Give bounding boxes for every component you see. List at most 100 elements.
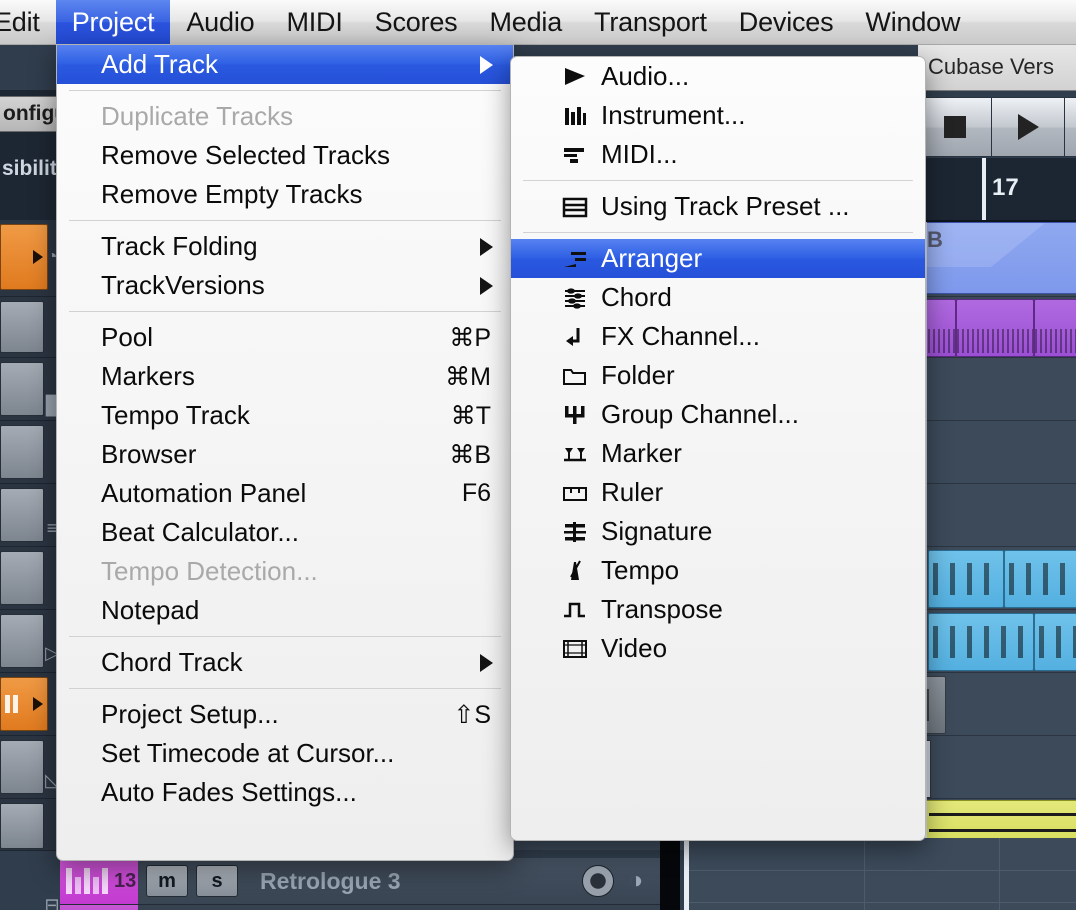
menu-bar[interactable]: Edit Project Audio MIDI Scores Media Tra… xyxy=(0,0,1076,45)
menu-item-remove-empty-tracks[interactable]: Remove Empty Tracks xyxy=(57,175,513,214)
signature-icon xyxy=(559,517,591,547)
menu-item-shortcut: ⌘T xyxy=(450,401,491,430)
playhead-cursor[interactable] xyxy=(982,158,986,220)
clip-purple[interactable] xyxy=(956,299,1034,357)
submenu-item-video[interactable]: Video xyxy=(511,629,925,668)
submenu-item-label: Signature xyxy=(601,516,713,546)
menu-item-label: Automation Panel xyxy=(101,478,307,508)
track-name[interactable]: Retrologue 3 xyxy=(260,868,401,895)
menu-item-label: TrackVersions xyxy=(101,270,265,300)
menu-midi[interactable]: MIDI xyxy=(270,0,358,44)
record-enable-button[interactable] xyxy=(582,865,614,897)
track-select-button[interactable] xyxy=(0,488,44,542)
track-select-button-active[interactable] xyxy=(0,677,48,731)
submenu-item-midi[interactable]: MIDI... xyxy=(511,135,925,174)
timeline-ruler[interactable]: 17 xyxy=(918,158,1076,222)
menu-item-beat-calculator[interactable]: Beat Calculator... xyxy=(57,513,513,552)
menu-edit[interactable]: Edit xyxy=(0,0,56,44)
play-button[interactable] xyxy=(992,97,1065,157)
menu-item-trackversions[interactable]: TrackVersions xyxy=(57,266,513,305)
menu-item-notepad[interactable]: Notepad xyxy=(57,591,513,630)
submenu-item-audio[interactable]: Audio... xyxy=(511,57,925,96)
submenu-item-fx-channel[interactable]: FX Channel... xyxy=(511,317,925,356)
menu-item-track-folding[interactable]: Track Folding xyxy=(57,227,513,266)
submenu-item-arranger[interactable]: Arranger xyxy=(511,239,925,278)
clip-cyan[interactable] xyxy=(928,613,1034,671)
menu-audio[interactable]: Audio xyxy=(170,0,270,44)
menu-item-add-track[interactable]: Add Track xyxy=(57,45,513,84)
add-track-submenu[interactable]: Audio... Instrument... MIDI... Using Track … xyxy=(510,56,926,841)
monitor-icon[interactable]: ◑ xyxy=(622,867,650,895)
transpose-icon xyxy=(559,595,591,625)
track-select-button[interactable] xyxy=(0,614,44,668)
menu-item-label: Chord Track xyxy=(101,647,243,677)
submenu-item-tempo[interactable]: Tempo xyxy=(511,551,925,590)
track-select-button[interactable] xyxy=(0,551,44,605)
menu-scores[interactable]: Scores xyxy=(359,0,474,44)
menu-transport[interactable]: Transport xyxy=(578,0,723,44)
submenu-item-label: Chord xyxy=(601,282,672,312)
window-title: Cubase Vers xyxy=(918,44,1076,91)
submenu-item-label: Ruler xyxy=(601,477,664,507)
submenu-item-chord[interactable]: Chord xyxy=(511,278,925,317)
submenu-item-label: Transpose xyxy=(601,594,723,624)
clip-purple[interactable] xyxy=(1034,299,1076,357)
menu-window[interactable]: Window xyxy=(849,0,976,44)
solo-button[interactable]: s xyxy=(196,865,238,897)
menu-item-label: Tempo Track xyxy=(101,400,250,430)
submenu-item-label: Instrument... xyxy=(601,100,746,130)
clip-cyan[interactable] xyxy=(1034,613,1076,671)
menu-item-label: Add Track xyxy=(101,49,219,79)
mute-button[interactable]: m xyxy=(146,865,188,897)
submenu-item-using-track-preset[interactable]: Using Track Preset ... xyxy=(511,187,925,226)
menu-item-label: Project Setup... xyxy=(101,699,279,729)
submenu-item-label: Audio... xyxy=(601,61,690,91)
track-select-button[interactable] xyxy=(0,224,48,290)
track-select-button[interactable] xyxy=(0,362,44,416)
track-select-button[interactable] xyxy=(0,803,44,849)
menu-devices[interactable]: Devices xyxy=(723,0,850,44)
submenu-item-instrument[interactable]: Instrument... xyxy=(511,96,925,135)
menu-item-pool[interactable]: Pool ⌘P xyxy=(57,318,513,357)
menu-item-tempo-track[interactable]: Tempo Track ⌘T xyxy=(57,396,513,435)
expand-arrow-icon xyxy=(33,250,43,264)
track-list-panel: ◔ ▐▌ ≡ ▷ ◺ ⊟ ⊞ ◔ ▤ ◐ xyxy=(0,220,65,910)
stop-icon xyxy=(944,116,966,138)
submenu-item-label: Group Channel... xyxy=(601,399,800,429)
menu-item-automation-panel[interactable]: Automation Panel F6 xyxy=(57,474,513,513)
clip-cyan[interactable] xyxy=(1004,550,1076,608)
menu-item-label: Track Folding xyxy=(101,231,258,261)
menu-item-set-timecode-at-cursor[interactable]: Set Timecode at Cursor... xyxy=(57,734,513,773)
menu-item-chord-track[interactable]: Chord Track xyxy=(57,643,513,682)
menu-item-markers[interactable]: Markers ⌘M xyxy=(57,357,513,396)
track-strip-next[interactable] xyxy=(60,905,660,910)
menu-item-browser[interactable]: Browser ⌘B xyxy=(57,435,513,474)
project-dropdown-menu[interactable]: Add Track Duplicate Tracks Remove Selected… xyxy=(56,44,514,861)
pause-icon xyxy=(5,695,21,713)
menu-item-duplicate-tracks: Duplicate Tracks xyxy=(57,97,513,136)
track-select-button[interactable] xyxy=(0,301,44,353)
clip-cyan[interactable] xyxy=(928,550,1004,608)
submenu-item-marker[interactable]: Marker xyxy=(511,434,925,473)
submenu-item-label: MIDI... xyxy=(601,139,678,169)
menu-project[interactable]: Project xyxy=(55,0,171,44)
track-color-swatch: 13 xyxy=(60,858,138,904)
track-strip-retrologue[interactable]: 13 m s Retrologue 3 ◑ xyxy=(60,858,660,905)
menu-item-project-setup[interactable]: Project Setup... ⇧S xyxy=(57,695,513,734)
menu-item-label: Notepad xyxy=(101,595,200,625)
arrangement-bottom-area[interactable] xyxy=(689,838,1076,910)
track-select-button[interactable] xyxy=(0,740,44,794)
menu-item-remove-selected-tracks[interactable]: Remove Selected Tracks xyxy=(57,136,513,175)
record-button[interactable] xyxy=(1065,97,1076,157)
menu-item-auto-fades-settings[interactable]: Auto Fades Settings... xyxy=(57,773,513,812)
menu-media[interactable]: Media xyxy=(473,0,578,44)
submenu-item-group-channel[interactable]: Group Channel... xyxy=(511,395,925,434)
stop-button[interactable] xyxy=(918,97,992,157)
track-select-button[interactable] xyxy=(0,425,44,479)
submenu-item-ruler[interactable]: Ruler xyxy=(511,473,925,512)
submenu-item-signature[interactable]: Signature xyxy=(511,512,925,551)
folder-icon xyxy=(559,361,591,391)
submenu-item-transpose[interactable]: Transpose xyxy=(511,590,925,629)
ruler-bar-number: 17 xyxy=(992,174,1019,201)
submenu-item-folder[interactable]: Folder xyxy=(511,356,925,395)
